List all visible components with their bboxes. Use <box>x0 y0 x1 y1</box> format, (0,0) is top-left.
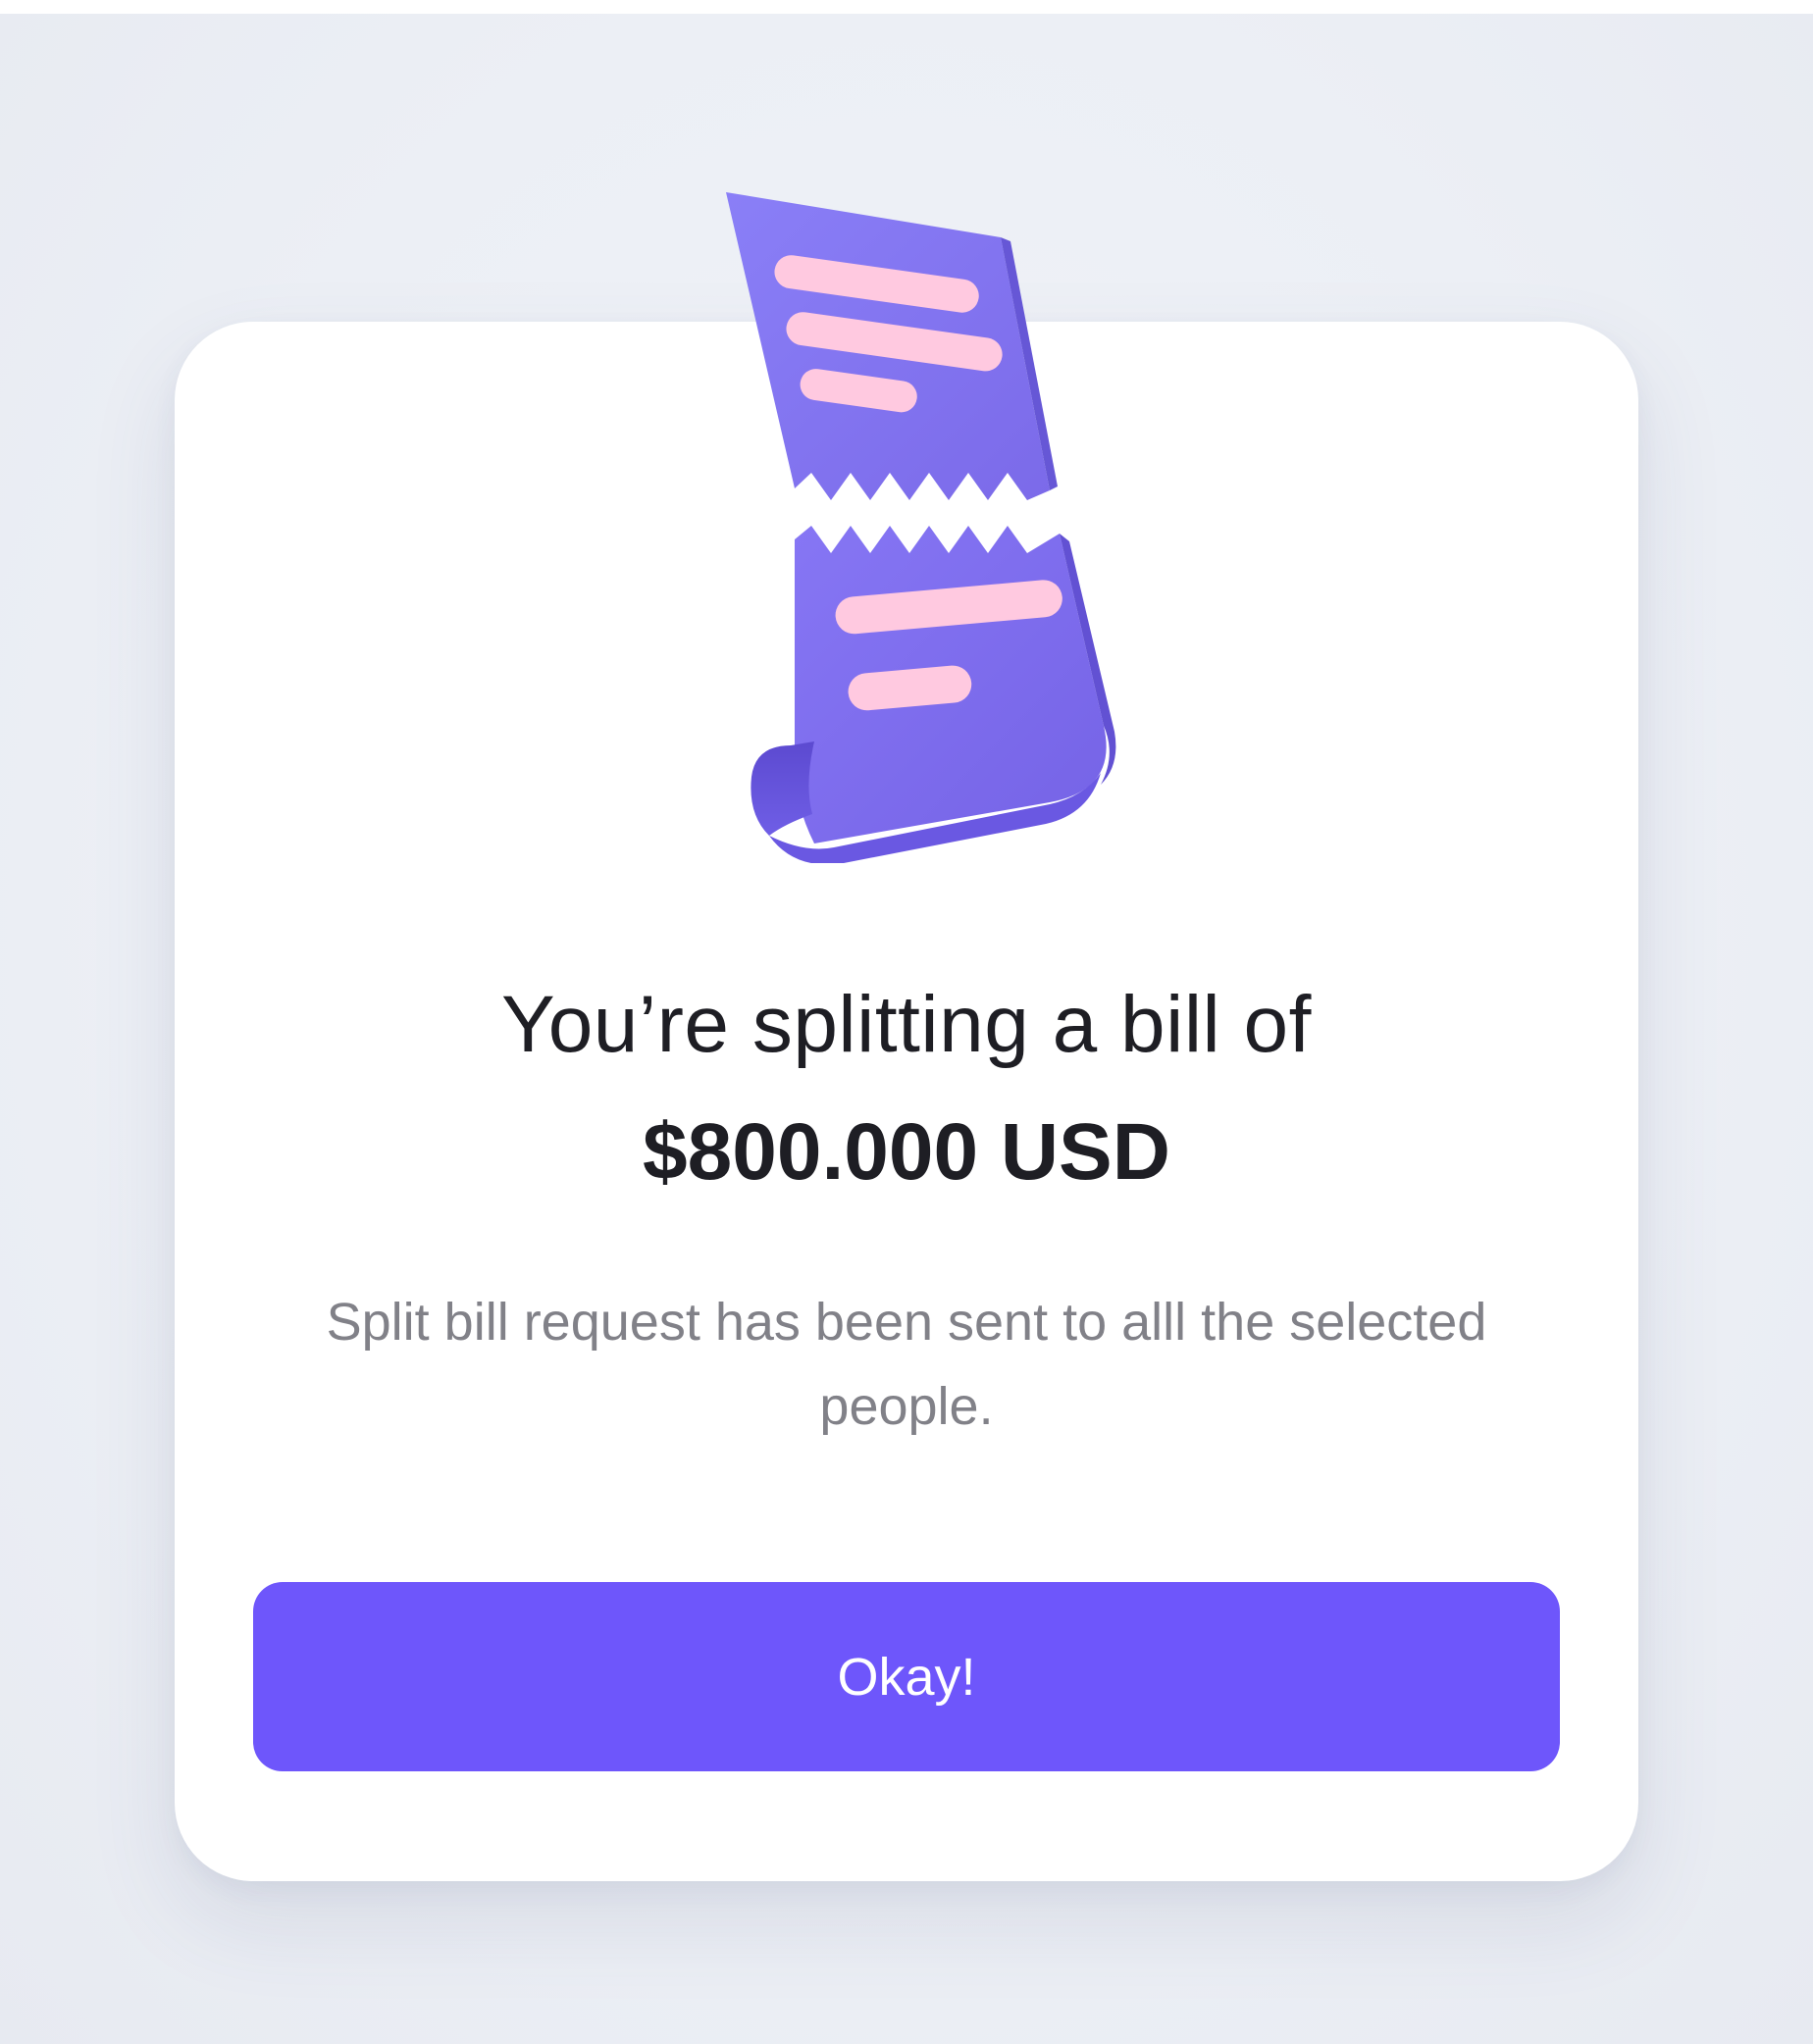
dialog-title: You’re splitting a bill of <box>501 980 1312 1069</box>
bill-amount: $800.000 USD <box>643 1107 1170 1197</box>
confirmation-message: Split bill request has been sent to alll… <box>326 1293 1487 1436</box>
okay-button[interactable]: Okay! <box>253 1582 1560 1771</box>
torn-receipt-icon <box>697 177 1158 863</box>
top-strip <box>0 0 1813 14</box>
